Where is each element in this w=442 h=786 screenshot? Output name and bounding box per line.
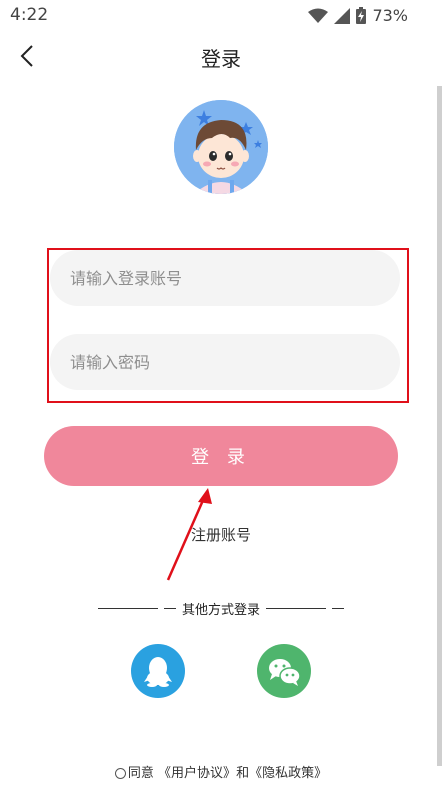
- login-button[interactable]: 登 录: [44, 426, 398, 486]
- register-link[interactable]: 注册账号: [0, 524, 442, 545]
- qq-icon: [144, 657, 172, 687]
- wechat-login-button[interactable]: [257, 644, 311, 698]
- agree-label: 同意: [127, 766, 154, 781]
- other-login-divider: 其他方式登录: [96, 598, 346, 618]
- other-login-label: 其他方式登录: [181, 602, 260, 618]
- page-title: 登录: [201, 47, 241, 71]
- wifi-icon: [308, 8, 329, 23]
- privacy-policy-link[interactable]: 《隐私政策》: [249, 766, 327, 781]
- divider-line: [266, 607, 326, 609]
- status-icons: 73%: [308, 6, 408, 25]
- agreement-row: 同意 《用户协议》和《隐私政策》: [0, 762, 442, 781]
- header: 登录: [0, 34, 442, 78]
- battery-icon: [356, 7, 367, 24]
- battery-percent: 73%: [372, 6, 408, 25]
- divider-line: [163, 607, 176, 609]
- password-input[interactable]: [50, 334, 400, 390]
- wechat-icon: [269, 659, 301, 686]
- account-input[interactable]: [50, 250, 400, 306]
- and-label: 和: [236, 766, 250, 781]
- scrollbar[interactable]: [437, 86, 442, 766]
- divider-line: [97, 607, 158, 609]
- qq-login-button[interactable]: [131, 644, 185, 698]
- avatar: [174, 100, 268, 194]
- agreement-radio[interactable]: [114, 768, 126, 779]
- status-time: 4:22: [10, 5, 49, 25]
- divider-line: [332, 607, 344, 609]
- signal-icon: [334, 7, 351, 24]
- status-bar: 4:22 73%: [0, 0, 442, 30]
- avatar-illustration: [174, 100, 268, 194]
- user-agreement-link[interactable]: 《用户协议》: [158, 766, 236, 781]
